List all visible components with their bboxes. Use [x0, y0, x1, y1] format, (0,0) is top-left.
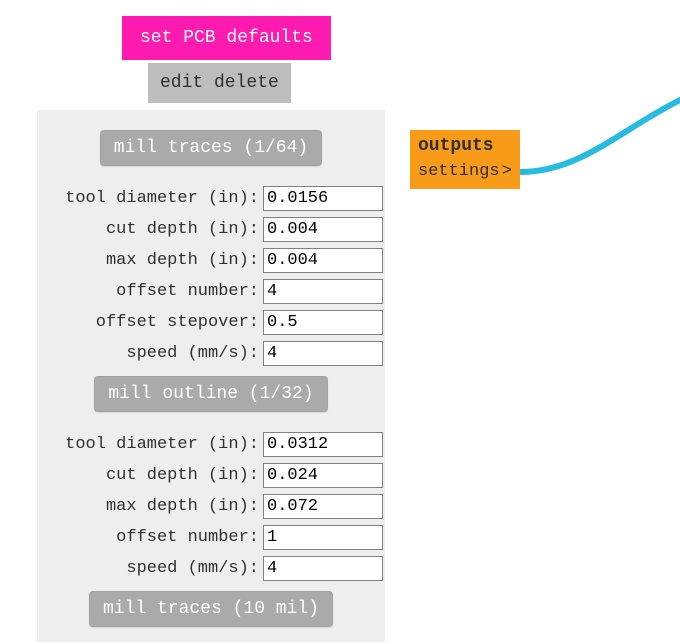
offset-number-input[interactable]: [263, 525, 383, 550]
tool-diameter-input[interactable]: [263, 432, 383, 457]
field-label: tool diameter (in):: [37, 189, 263, 208]
field-row: tool diameter (in):: [37, 183, 385, 213]
field-label: offset stepover:: [37, 313, 263, 332]
max-depth-input[interactable]: [263, 494, 383, 519]
field-label: offset number:: [37, 282, 263, 301]
field-label: max depth (in):: [37, 251, 263, 270]
field-label: cut depth (in):: [37, 220, 263, 239]
field-row: max depth (in):: [37, 245, 385, 275]
field-label: offset number:: [37, 528, 263, 547]
field-row: offset number:: [37, 522, 385, 552]
field-label: tool diameter (in):: [37, 435, 263, 454]
settings-label: settings: [418, 162, 500, 181]
max-depth-input[interactable]: [263, 248, 383, 273]
field-label: max depth (in):: [37, 497, 263, 516]
field-row: speed (mm/s):: [37, 338, 385, 368]
field-row: speed (mm/s):: [37, 553, 385, 583]
mill-traces-1-64-button[interactable]: mill traces (1/64): [100, 130, 322, 166]
field-label: speed (mm/s):: [37, 344, 263, 363]
edit-delete-bar[interactable]: edit delete: [148, 63, 291, 103]
settings-panel: mill traces (1/64) tool diameter (in): c…: [37, 110, 385, 642]
offset-number-input[interactable]: [263, 279, 383, 304]
field-row: tool diameter (in):: [37, 429, 385, 459]
field-row: offset stepover:: [37, 307, 385, 337]
field-row: max depth (in):: [37, 491, 385, 521]
outputs-box[interactable]: outputs settings >: [410, 130, 520, 189]
mill-traces-10mil-button[interactable]: mill traces (10 mil): [89, 591, 333, 627]
tool-diameter-input[interactable]: [263, 186, 383, 211]
field-label: cut depth (in):: [37, 466, 263, 485]
cut-depth-input[interactable]: [263, 463, 383, 488]
outputs-header: outputs: [410, 134, 520, 160]
field-row: cut depth (in):: [37, 460, 385, 490]
cut-depth-input[interactable]: [263, 217, 383, 242]
chevron-right-icon: >: [502, 162, 512, 181]
field-row: offset number:: [37, 276, 385, 306]
module-title[interactable]: set PCB defaults: [122, 16, 331, 60]
speed-input[interactable]: [263, 556, 383, 581]
outputs-settings-row[interactable]: settings >: [410, 160, 520, 183]
field-row: cut depth (in):: [37, 214, 385, 244]
offset-stepover-input[interactable]: [263, 310, 383, 335]
field-label: speed (mm/s):: [37, 559, 263, 578]
speed-input[interactable]: [263, 341, 383, 366]
mill-outline-1-32-button[interactable]: mill outline (1/32): [94, 376, 327, 412]
